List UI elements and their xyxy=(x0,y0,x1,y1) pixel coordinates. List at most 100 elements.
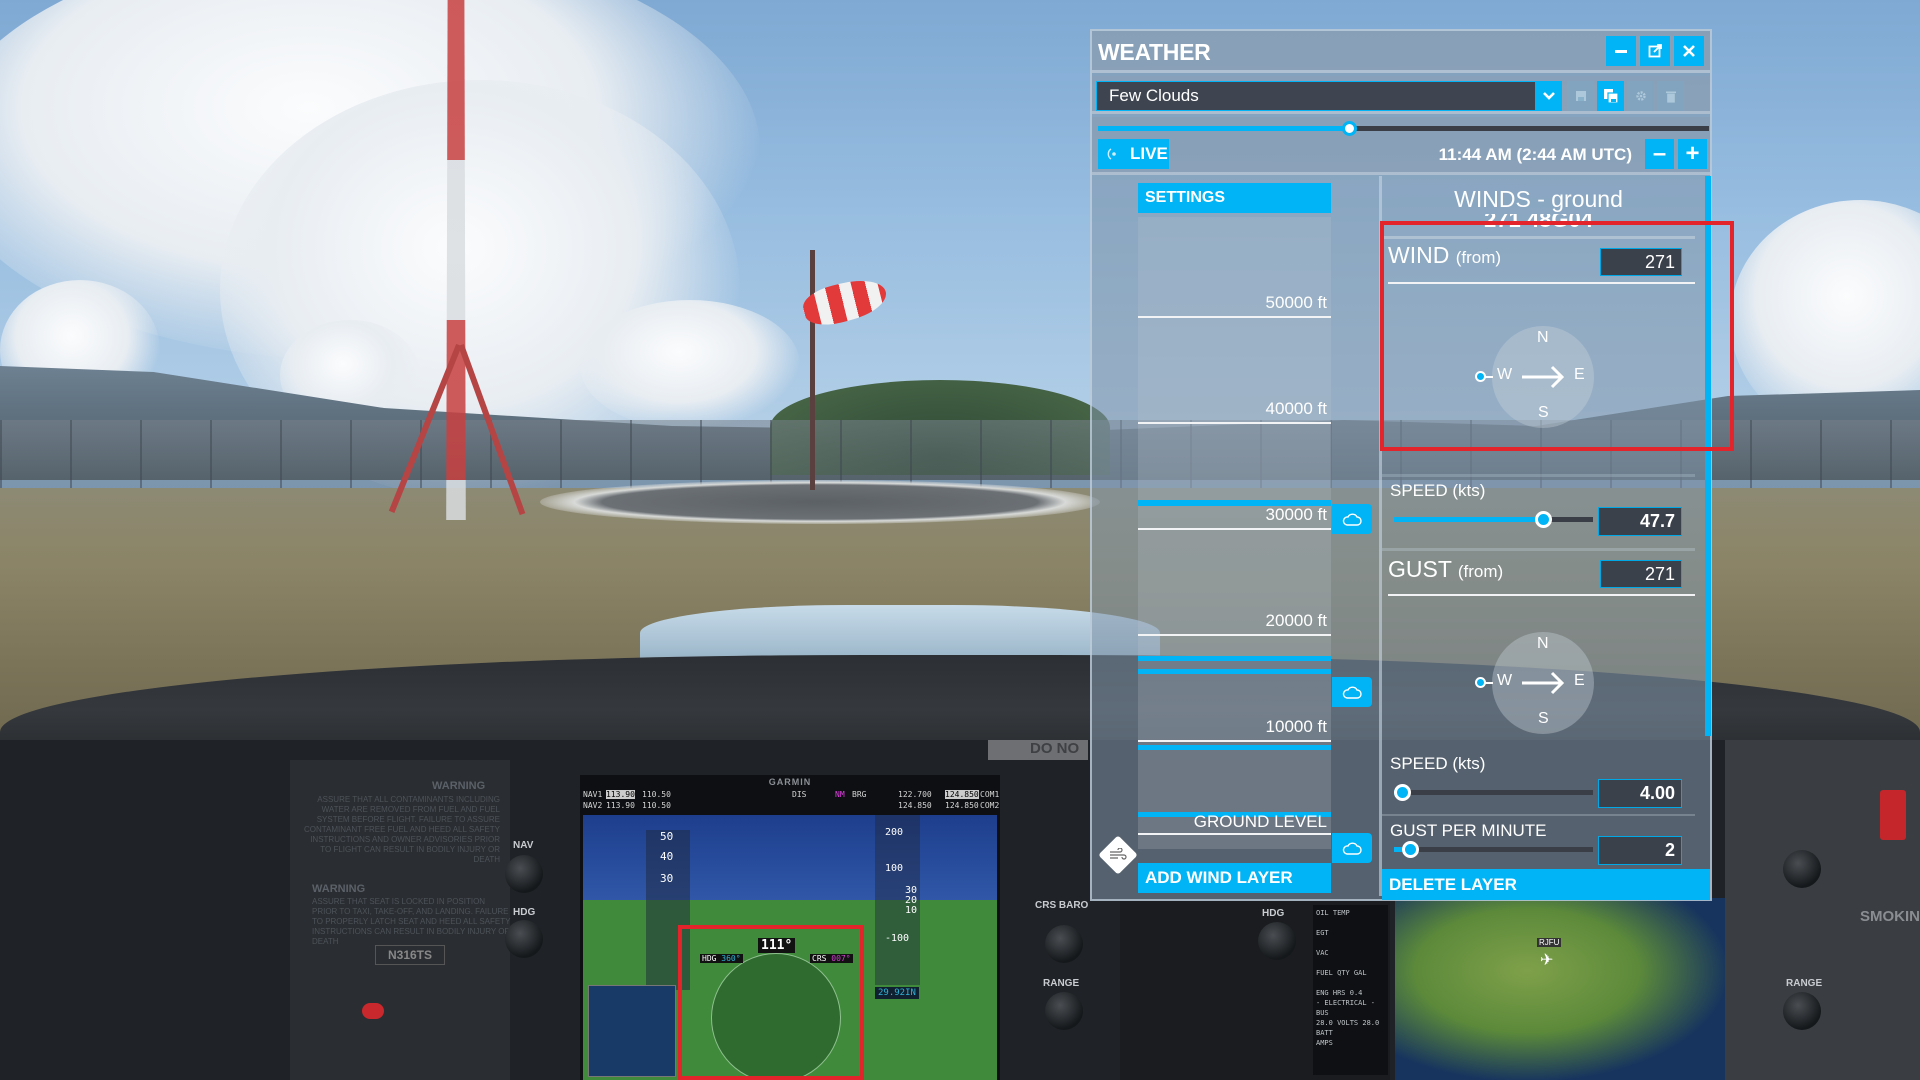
standby-battery-switch[interactable] xyxy=(362,1003,384,1019)
compass-handle-stem xyxy=(1485,682,1493,684)
wind-speed-slider[interactable] xyxy=(1394,511,1593,528)
gust-direction-input[interactable]: 271 xyxy=(1600,560,1682,588)
weather-preset-dropdown[interactable]: Few Clouds xyxy=(1096,81,1539,111)
hdg-knob[interactable] xyxy=(505,920,543,958)
altitude-line xyxy=(1138,316,1331,318)
eng-hrs-value: 0.4 xyxy=(1349,989,1363,997)
fuel-qty-label: FUEL QTY GAL xyxy=(1316,969,1367,977)
altitude-label: 30000 ft xyxy=(1265,505,1327,524)
gust-direction-handle[interactable] xyxy=(1475,677,1486,688)
compass-east: E xyxy=(1574,366,1585,383)
time-slider-thumb[interactable] xyxy=(1341,121,1357,136)
time-of-day-slider[interactable] xyxy=(1098,121,1709,136)
copy-save-icon xyxy=(1603,89,1619,104)
warning-title: WARNING xyxy=(432,780,486,792)
altitude-layer-column: 50000 ft 40000 ft 30000 ft 20000 ft 1000… xyxy=(1138,217,1331,849)
cloud-layer-top[interactable] xyxy=(1138,656,1331,661)
nav1-active: 113.90 xyxy=(606,790,635,799)
time-decrease-button[interactable]: – xyxy=(1645,139,1674,169)
amps-label: AMPS xyxy=(1316,1039,1333,1047)
mfd-hdg-knob[interactable] xyxy=(1258,922,1296,960)
wind-speed-label: SPEED (kts) xyxy=(1390,481,1486,500)
wind-direction-input[interactable]: 271 xyxy=(1600,248,1682,276)
wind-direction-handle[interactable] xyxy=(1475,371,1486,382)
weather-titlebar[interactable]: WEATHER xyxy=(1092,31,1710,73)
nav-knob-label: NAV xyxy=(513,840,534,851)
airspeed-tape: 50 40 30 xyxy=(646,830,690,990)
gust-speed-input[interactable]: 4.00 xyxy=(1598,779,1682,808)
gust-per-minute-slider[interactable] xyxy=(1394,841,1593,858)
cloud-layer-button[interactable] xyxy=(1332,833,1372,863)
aircraft-icon: ✈ xyxy=(1540,952,1554,969)
wind-direction-compass[interactable]: N E S W xyxy=(1492,326,1594,428)
close-button[interactable] xyxy=(1674,36,1704,66)
slider-thumb[interactable] xyxy=(1401,841,1419,858)
eng-hrs-label: ENG HRS xyxy=(1316,989,1346,997)
ground-wind-layer-handle[interactable] xyxy=(1098,835,1138,875)
no-smoking-placard: SMOKIN xyxy=(1860,908,1920,925)
com2-label: COM2 xyxy=(980,801,1000,810)
section-separator xyxy=(1382,814,1695,816)
right-range-knob[interactable] xyxy=(1783,992,1821,1030)
save-as-preset-button[interactable] xyxy=(1597,81,1624,111)
details-scrollbar[interactable] xyxy=(1705,176,1711,736)
volts-m: 28.0 xyxy=(1316,1019,1333,1027)
range-knob[interactable] xyxy=(1045,992,1083,1030)
emergency-switch[interactable] xyxy=(1880,790,1906,840)
cloud-layer-button[interactable] xyxy=(1332,504,1372,534)
nav-knob[interactable] xyxy=(505,855,543,893)
delete-preset-button[interactable] xyxy=(1657,81,1684,111)
alt-readout: 10 xyxy=(905,905,918,916)
add-wind-layer-button[interactable]: ADD WIND LAYER xyxy=(1138,863,1331,893)
save-preset-button[interactable] xyxy=(1567,81,1594,111)
com1-active: 124.850 xyxy=(945,790,979,799)
wind-speed-input[interactable]: 47.7 xyxy=(1598,507,1682,536)
baro-setting: 29.92IN xyxy=(875,987,919,999)
popout-button[interactable] xyxy=(1640,36,1670,66)
warning-text: ASSURE THAT SEAT IS LOCKED IN POSITION P… xyxy=(312,897,511,946)
preset-settings-button[interactable] xyxy=(1627,81,1654,111)
section-separator xyxy=(1382,474,1695,477)
volts-label: VOLTS xyxy=(1337,1019,1359,1027)
altitude-line xyxy=(1138,740,1331,742)
gust-direction-compass[interactable]: N E S W xyxy=(1492,632,1594,734)
cloud-layer-bottom[interactable] xyxy=(1138,669,1331,674)
section-separator xyxy=(1382,236,1695,239)
wind-layer-marker[interactable] xyxy=(1138,745,1331,750)
bus-label: BUS xyxy=(1316,1009,1329,1017)
oil-temp-label: OIL TEMP xyxy=(1316,909,1350,917)
slider-thumb[interactable] xyxy=(1393,784,1411,801)
crs-label: CRS xyxy=(812,954,827,963)
weather-panel: WEATHER Few Clouds LIVE 11:44 AM (2:44 A… xyxy=(1090,29,1712,901)
crs-baro-knob[interactable] xyxy=(1045,925,1083,963)
gust-speed-slider[interactable] xyxy=(1393,784,1593,801)
hdg-bug-readout: HDG 360° xyxy=(700,954,743,963)
hdg-label: HDG xyxy=(702,954,717,963)
hdg-knob-label: HDG xyxy=(513,907,536,918)
cloud-layer-button[interactable] xyxy=(1332,677,1372,707)
time-increase-button[interactable]: + xyxy=(1678,139,1707,169)
placard-do-not: DO NO xyxy=(988,740,1088,760)
settings-button[interactable]: SETTINGS xyxy=(1138,183,1331,213)
delete-layer-button[interactable]: DELETE LAYER xyxy=(1382,869,1710,900)
slider-thumb[interactable] xyxy=(1535,511,1553,528)
gust-per-minute-input[interactable]: 2 xyxy=(1598,836,1682,865)
compass-south: S xyxy=(1538,710,1549,727)
vs-tick: -100 xyxy=(885,933,910,944)
minimize-button[interactable] xyxy=(1606,36,1636,66)
altitude-label: GROUND LEVEL xyxy=(1193,812,1327,831)
mfd-map: RJFU ✈ xyxy=(1395,898,1725,1080)
nav2-standby: 110.50 xyxy=(642,801,671,810)
preset-dropdown-toggle[interactable] xyxy=(1535,81,1562,111)
close-icon xyxy=(1683,45,1695,57)
wind-icon xyxy=(1110,848,1127,860)
layer-metar: 271 48G04 xyxy=(1484,214,1593,232)
garmin-logo: GARMIN xyxy=(768,777,812,787)
live-weather-button[interactable]: LIVE xyxy=(1098,139,1169,169)
gust-per-minute-label: GUST PER MINUTE xyxy=(1390,821,1547,840)
altitude-label: 10000 ft xyxy=(1265,717,1327,736)
right-range-label: RANGE xyxy=(1786,978,1823,989)
volts-e: 28.0 xyxy=(1362,1019,1380,1027)
right-crs-knob[interactable] xyxy=(1783,850,1821,888)
altitude-line xyxy=(1138,528,1331,530)
